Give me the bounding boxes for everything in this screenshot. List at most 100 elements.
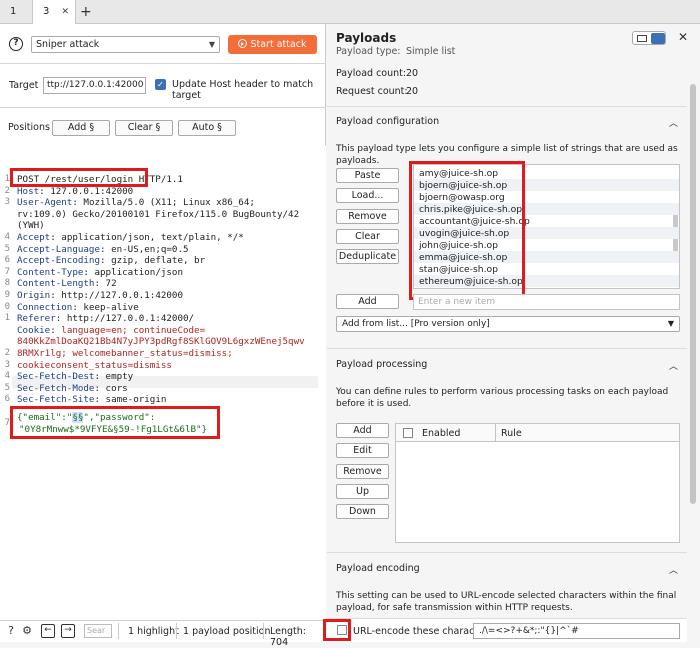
- header-value: 72: [105, 278, 117, 290]
- remove-button[interactable]: Remove: [336, 209, 399, 224]
- header-value: rv:109.0) Gecko/20100101 Firefox/115.0 B…: [17, 208, 300, 220]
- up-rule-button[interactable]: Up: [336, 484, 389, 499]
- payload-count-label: Payload count:: [336, 68, 407, 79]
- edit-rule-button[interactable]: Edit: [336, 443, 389, 458]
- header-value: en-US,en;q=0.5: [111, 243, 189, 255]
- target-label: Target: [9, 80, 39, 91]
- update-host-label: Update Host header to match target: [172, 79, 314, 101]
- target-row: Target ttp://127.0.0.1:42000 ✓ Update Ho…: [0, 64, 326, 108]
- positions-row: Positions Add § Clear § Auto §: [0, 108, 326, 146]
- highlight-count: 1 highlight: [128, 626, 179, 637]
- add-from-list-value: Add from list... [Pro version only]: [342, 319, 490, 329]
- header-value: language=en; continueCode=: [61, 324, 206, 336]
- header-line: Sec-Fetch-Dest: empty: [17, 371, 134, 383]
- scrollbar-thumb[interactable]: [690, 84, 696, 504]
- add-from-list-select[interactable]: Add from list... [Pro version only] ▼: [336, 316, 680, 332]
- down-rule-button[interactable]: Down: [336, 504, 389, 519]
- header-value: cookieconsent_status=dismiss: [17, 359, 172, 371]
- close-tab-icon[interactable]: ✕: [61, 0, 69, 24]
- new-item-input[interactable]: Enter a new item: [413, 294, 680, 310]
- add-item-button[interactable]: Add: [336, 294, 399, 309]
- header-name: Origin: [17, 290, 51, 301]
- header-line: 840KkZmlDoaKQ21Bb4N7yJPY3pdRgf8SKlGOV9L6…: [17, 336, 305, 348]
- clear-button[interactable]: Clear: [336, 229, 399, 244]
- collapse-icon[interactable]: ︿: [669, 563, 678, 576]
- header-value: (YWH): [17, 220, 45, 232]
- help-icon[interactable]: ?: [9, 37, 23, 51]
- header-line: Content-Type: application/json: [17, 266, 183, 278]
- close-icon[interactable]: ✕: [678, 30, 688, 44]
- header-name: Content-Length: [17, 278, 95, 290]
- target-input[interactable]: ttp://127.0.0.1:42000: [43, 77, 146, 94]
- line-number: 5: [4, 382, 10, 393]
- header-value: application/json: [94, 266, 183, 278]
- load-button[interactable]: Load...: [336, 188, 399, 203]
- header-line: Accept-Language: en-US,en;q=0.5: [17, 243, 189, 255]
- deduplicate-button[interactable]: Deduplicate: [336, 249, 399, 264]
- request-count: 20: [406, 86, 419, 97]
- divider: [118, 623, 119, 639]
- tab-strip: 1 3 ✕ +: [0, 0, 700, 24]
- layout-toggle[interactable]: [632, 31, 666, 45]
- url-encode-row: URL-encode these characters: ./\=<>?+&*;…: [323, 618, 687, 642]
- layout-vertical-icon: [651, 33, 665, 44]
- request-editor[interactable]: 12345678901234567 POST /rest/user/login …: [0, 146, 326, 620]
- annotation-box-payload-list: [409, 161, 525, 300]
- line-number-gutter: 12345678901234567: [0, 146, 12, 620]
- tab-3[interactable]: 3 ✕: [32, 0, 76, 24]
- tab-label: 3: [43, 6, 50, 17]
- line-number: 7: [4, 266, 10, 277]
- section-description: You can define rules to perform various …: [336, 387, 669, 409]
- new-tab-button[interactable]: +: [80, 0, 92, 24]
- clear-marker-button[interactable]: Clear §: [115, 120, 173, 136]
- paste-button[interactable]: Paste: [336, 168, 399, 183]
- payload-type-value[interactable]: Simple list: [406, 46, 455, 57]
- column-enabled[interactable]: Enabled: [422, 428, 460, 439]
- search-input[interactable]: Sear: [84, 624, 112, 638]
- auto-marker-button[interactable]: Auto §: [178, 120, 236, 136]
- header-name: Sec-Fetch-Dest: [17, 371, 95, 383]
- select-all-checkbox[interactable]: [403, 428, 413, 438]
- panel-scrollbar[interactable]: [688, 52, 698, 642]
- payload-position-count: 1 payload position: [183, 626, 271, 637]
- header-line: 8RMXr1lg; welcomebanner_status=dismiss;: [17, 348, 233, 360]
- start-attack-button[interactable]: Start attack: [228, 35, 317, 54]
- header-line: Content-Length: 72: [17, 278, 117, 290]
- line-number: 4: [4, 232, 10, 242]
- update-host-checkbox[interactable]: ✓: [155, 79, 166, 90]
- annotation-box-request-line: [10, 168, 148, 187]
- payload-configuration-section: Payload configuration ︿ This payload typ…: [327, 106, 687, 362]
- header-name: Sec-Fetch-Site: [17, 394, 95, 406]
- section-title: Payload processing: [336, 359, 428, 370]
- payloads-panel: Payloads ✕ Payload type: Simple list Pay…: [323, 24, 700, 642]
- rules-table[interactable]: Enabled Rule: [395, 423, 680, 543]
- header-name: Accept-Language: [17, 243, 100, 255]
- back-arrow-icon[interactable]: ←: [41, 624, 55, 638]
- attack-type-select[interactable]: Sniper attack ▼: [31, 36, 220, 53]
- url-encode-chars-input[interactable]: ./\=<>?+&*;:"{}|^`#: [473, 623, 680, 639]
- line-number: 0: [4, 301, 10, 312]
- header-line: Accept-Encoding: gzip, deflate, br: [17, 255, 206, 267]
- attack-type-value: Sniper attack: [36, 39, 100, 50]
- chevron-down-icon: ▼: [667, 319, 674, 328]
- header-value: gzip, deflate, br: [111, 255, 206, 267]
- header-line: Accept: application/json, text/plain, */…: [17, 232, 244, 243]
- payload-processing-section: Payload processing ︿ You can define rule…: [327, 348, 687, 552]
- header-name: Host: [17, 185, 40, 197]
- collapse-icon[interactable]: ︿: [669, 116, 678, 129]
- divider: [176, 623, 177, 639]
- header-line: Cookie: language=en; continueCode=: [17, 324, 206, 336]
- column-rule[interactable]: Rule: [501, 428, 522, 439]
- add-rule-button[interactable]: Add: [336, 423, 389, 438]
- remove-rule-button[interactable]: Remove: [336, 464, 389, 479]
- positions-label: Positions: [8, 122, 50, 133]
- tab-1[interactable]: 1: [0, 0, 32, 24]
- header-name: Content-Type: [17, 266, 84, 278]
- forward-arrow-icon[interactable]: →: [61, 624, 75, 638]
- gear-icon[interactable]: ⚙: [20, 624, 34, 638]
- help-icon[interactable]: ?: [4, 624, 18, 638]
- add-marker-button[interactable]: Add §: [52, 120, 110, 136]
- collapse-icon[interactable]: ︿: [669, 359, 678, 372]
- header-value: 8RMXr1lg; welcomebanner_status=dismiss;: [17, 348, 233, 359]
- payload-type-label: Payload type:: [336, 46, 401, 57]
